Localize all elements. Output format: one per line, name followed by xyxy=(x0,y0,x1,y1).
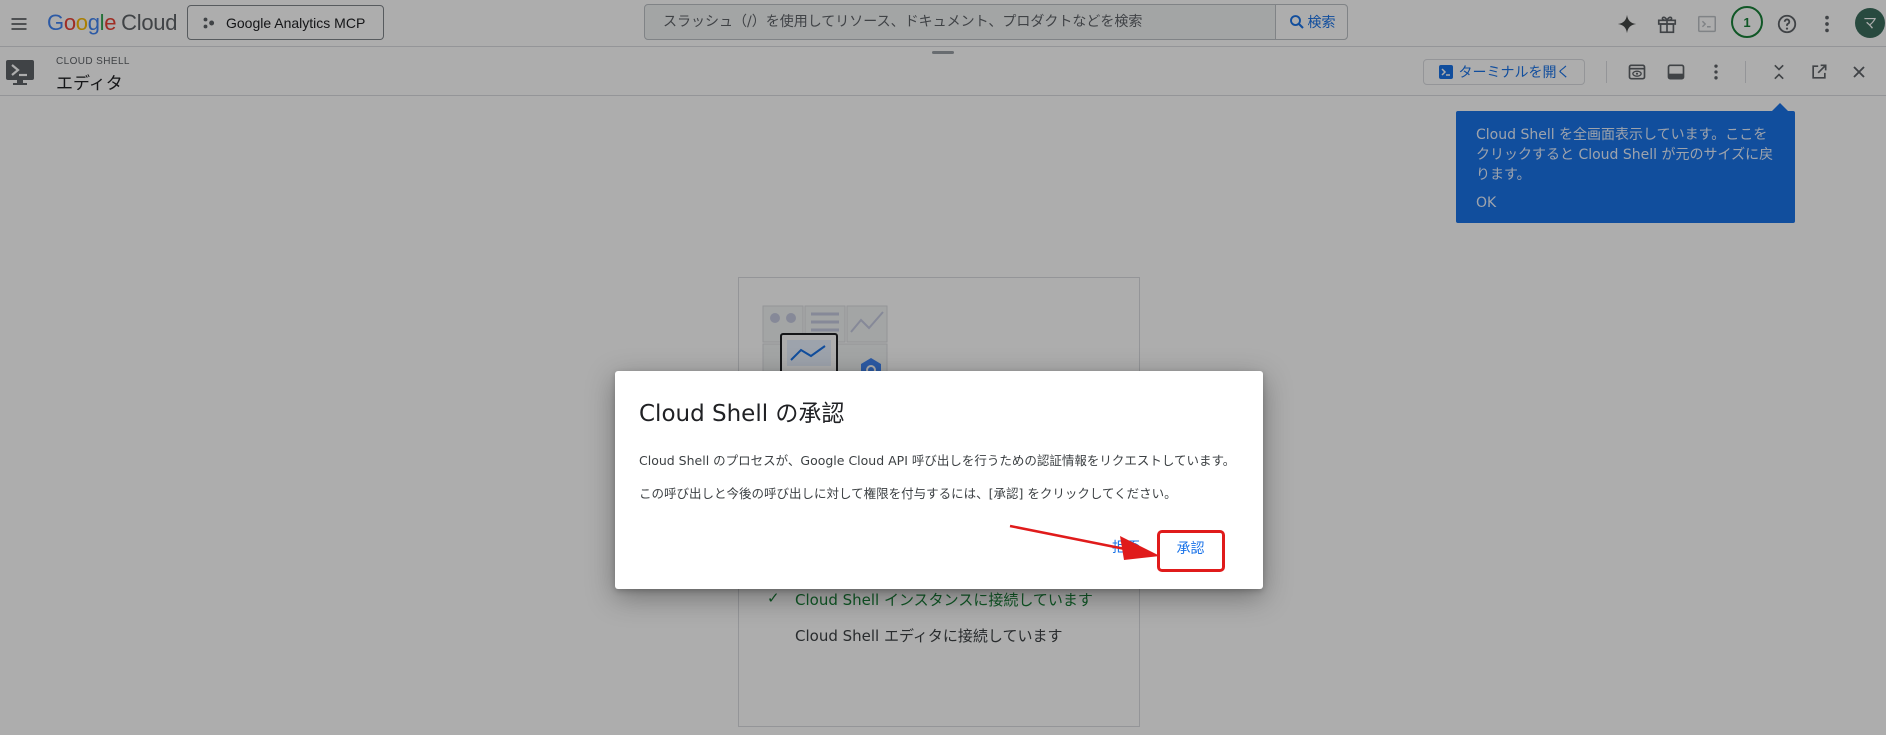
dialog-body-text: この呼び出しと今後の呼び出しに対して権限を付与するには、[承認] をクリックして… xyxy=(639,486,1177,501)
dialog-body-text: Cloud Shell のプロセスが、Google Cloud API 呼び出し… xyxy=(639,453,1236,468)
dialog-title: Cloud Shell の承認 xyxy=(639,401,845,427)
modal-scrim xyxy=(0,0,1886,735)
annotation-arrow-icon xyxy=(1009,524,1160,560)
annotation-highlight-box xyxy=(1157,530,1225,572)
